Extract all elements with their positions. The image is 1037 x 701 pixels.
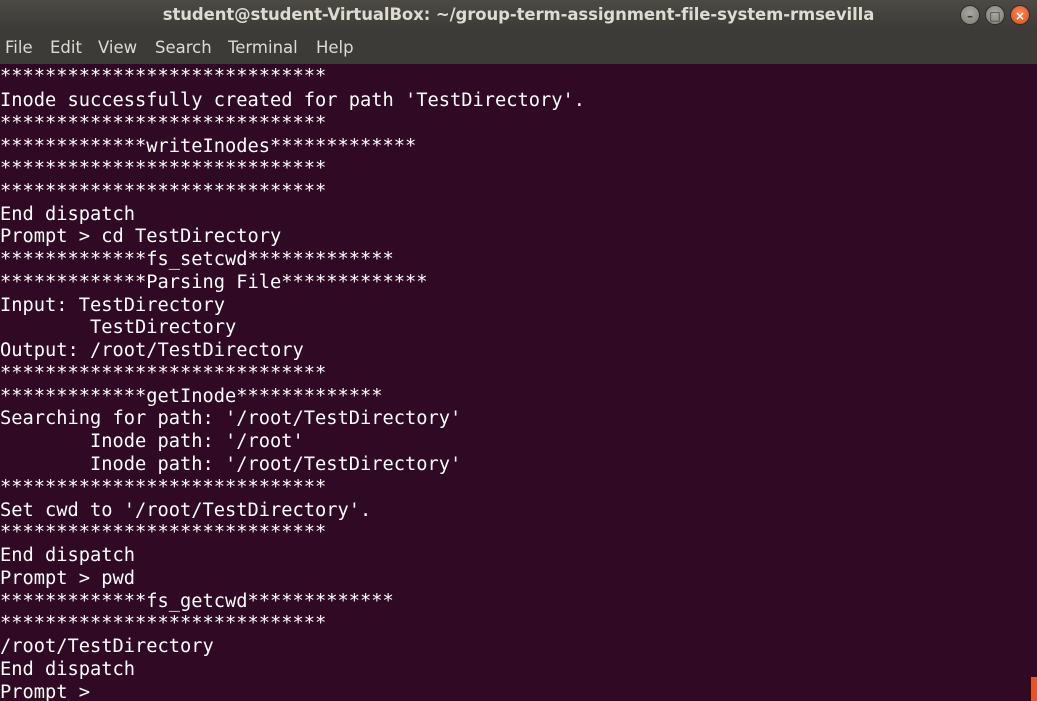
terminal-line: *************Parsing File************* [0,272,428,293]
terminal-line: Prompt > pwd [0,568,136,589]
window-title: student@student-VirtualBox: ~/group-term… [162,5,875,24]
terminal-line: ***************************** [0,522,327,543]
terminal-line: ***************************** [0,113,327,134]
terminal-line: Inode path: '/root/TestDirectory' [0,454,462,475]
terminal-line: End dispatch [0,545,136,566]
terminal-output[interactable]: ***************************** Inode succ… [0,65,1037,701]
close-button[interactable]: × [1010,5,1030,25]
terminal-line: Searching for path: '/root/TestDirectory… [0,408,462,429]
maximize-icon: □ [989,9,1001,23]
terminal-line: *************writeInodes************* [0,136,417,157]
terminal-line: End dispatch [0,659,136,680]
menu-edit[interactable]: Edit [50,30,82,66]
terminal-window: student@student-VirtualBox: ~/group-term… [0,0,1037,701]
title-bar[interactable]: student@student-VirtualBox: ~/group-term… [0,0,1037,30]
terminal-line: Inode path: '/root' [0,431,304,452]
terminal-line: ***************************** [0,181,327,202]
terminal-line: TestDirectory [0,317,237,338]
menu-help[interactable]: Help [316,30,354,66]
terminal-line: Inode successfully created for path 'Tes… [0,90,586,111]
close-icon: × [1014,9,1026,23]
terminal-line: ***************************** [0,66,327,87]
minimize-icon: – [967,9,973,23]
menu-file[interactable]: File [5,30,33,66]
menu-terminal[interactable]: Terminal [228,30,298,66]
terminal-line: ***************************** [0,363,327,384]
menu-view[interactable]: View [98,30,137,66]
terminal-line: End dispatch [0,204,136,225]
terminal-line: Output: /root/TestDirectory [0,340,304,361]
menu-search[interactable]: Search [155,30,212,66]
terminal-line: ***************************** [0,613,327,634]
terminal-line: Set cwd to '/root/TestDirectory'. [0,500,372,521]
terminal-line: Prompt > cd TestDirectory [0,226,282,247]
terminal-prompt[interactable]: Prompt > [0,681,101,701]
terminal-line: /root/TestDirectory [0,636,214,657]
menu-bar: File Edit View Search Terminal Help [0,30,1037,64]
scrollbar-indicator[interactable] [1031,677,1037,701]
minimize-button[interactable]: – [960,5,980,25]
terminal-line: Input: TestDirectory [0,295,226,316]
terminal-line: *************fs_getcwd************* [0,591,394,612]
terminal-line: ***************************** [0,477,327,498]
terminal-line: *************getInode************* [0,386,383,407]
maximize-button[interactable]: □ [985,5,1005,25]
terminal-line: *************fs_setcwd************* [0,249,394,270]
terminal-line: ***************************** [0,158,327,179]
